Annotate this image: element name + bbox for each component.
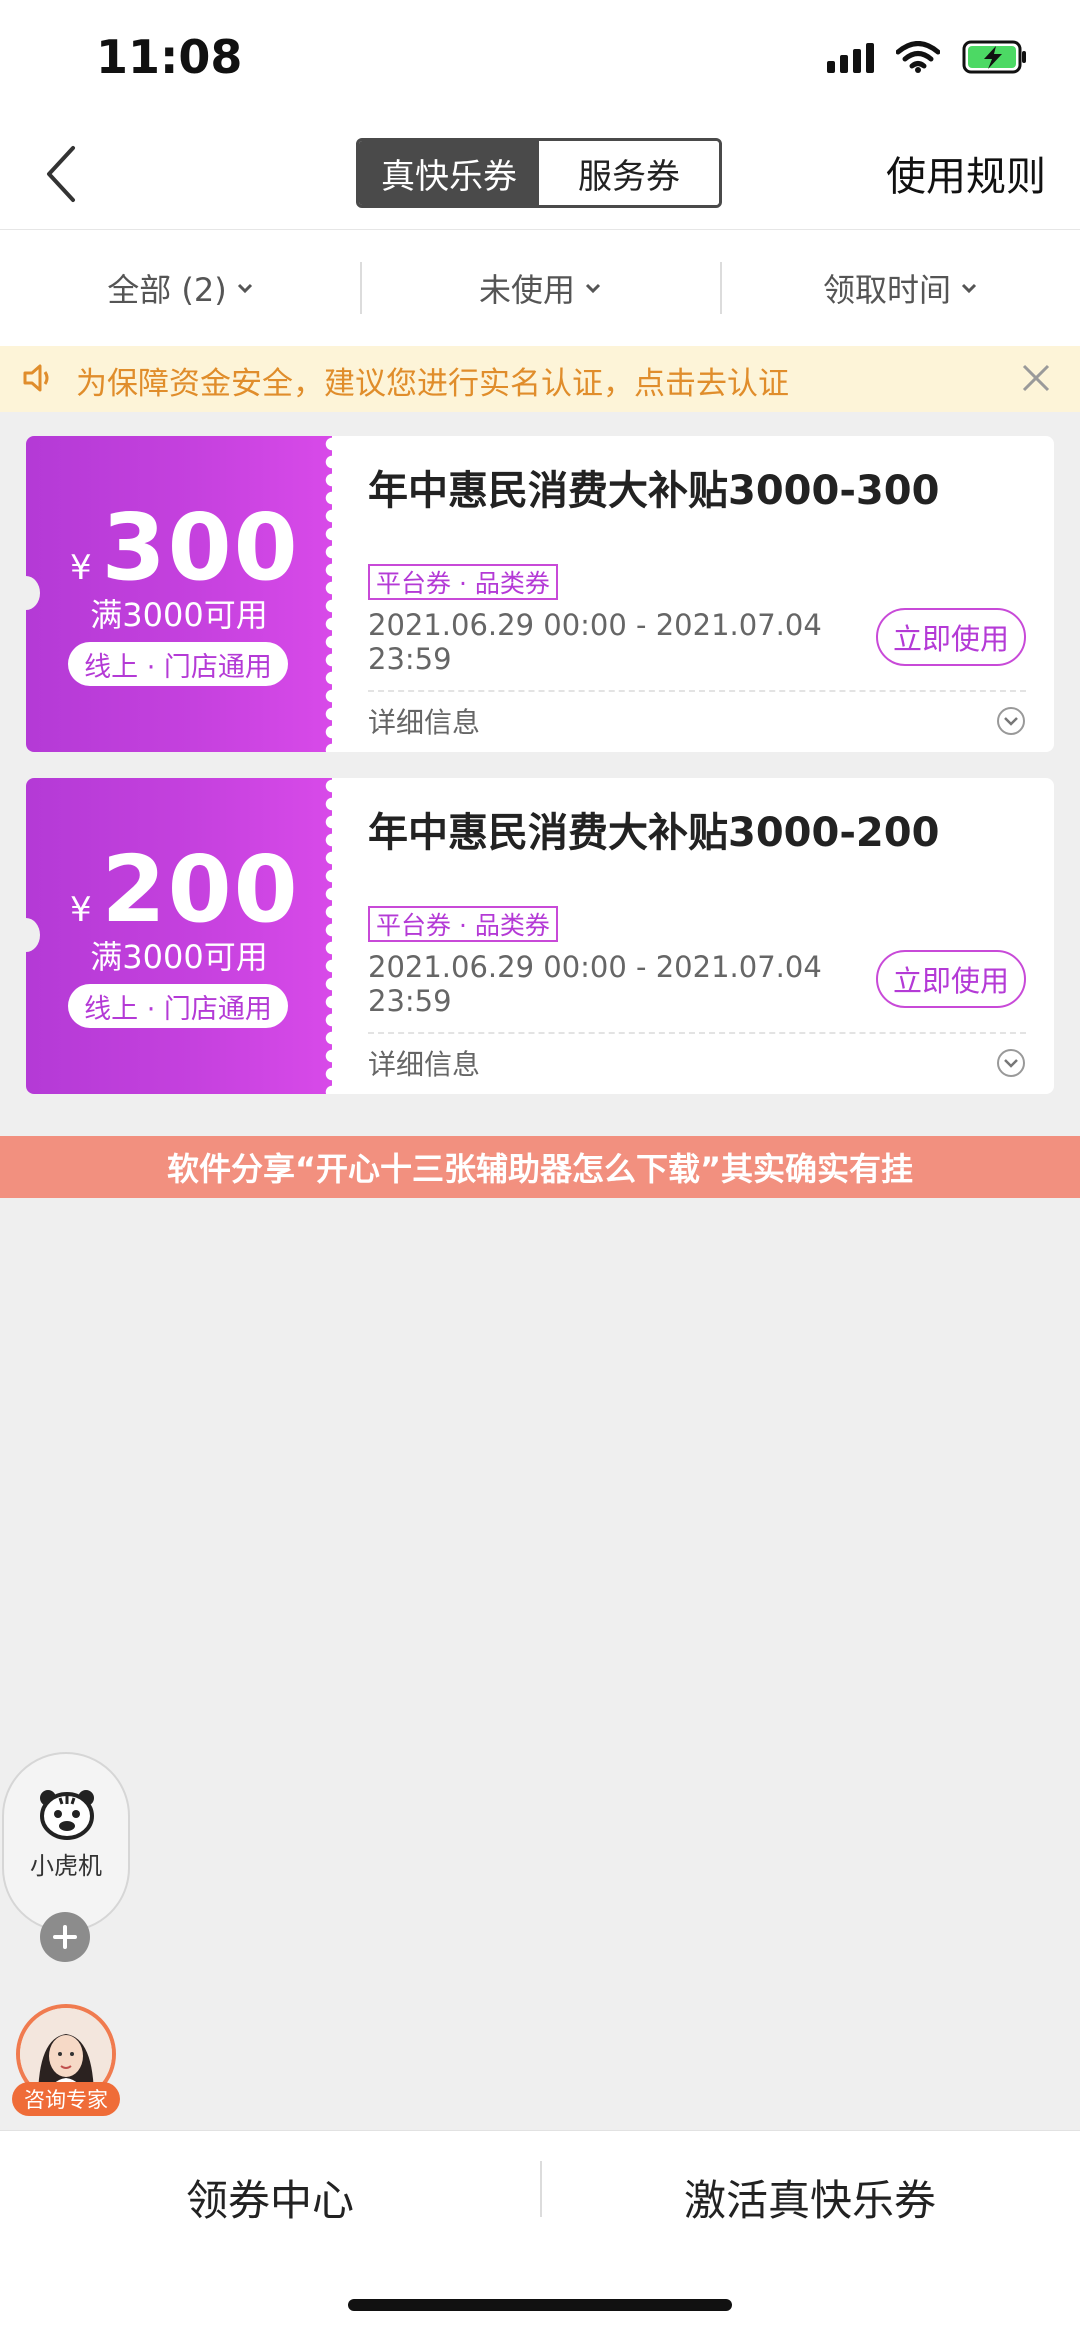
plus-icon: [53, 1925, 77, 1949]
tiger-icon: [40, 1790, 94, 1840]
wifi-icon: [896, 41, 940, 73]
details-toggle[interactable]: 详细信息: [368, 696, 1026, 746]
status-icons: [827, 40, 1028, 74]
cellular-signal-icon: [827, 41, 874, 73]
coupon-type-segment: 真快乐券 服务券: [356, 138, 722, 208]
consult-expert-label: 咨询专家: [12, 2082, 120, 2116]
coupon-amount: ¥ 300: [70, 494, 300, 601]
amount-value: 200: [101, 836, 300, 943]
expand-circle-icon: [997, 707, 1025, 735]
speaker-icon: [23, 364, 49, 392]
expand-circle-icon: [997, 1049, 1025, 1077]
coupon-card: ¥ 300 满3000可用 线上 · 门店通用 年中惠民消费大补贴3000-30…: [26, 436, 1054, 752]
chevron-left-icon: [47, 146, 75, 202]
tiger-label: 小虎机: [30, 1852, 102, 1880]
home-indicator[interactable]: [348, 2299, 732, 2311]
coupon-value-panel: ¥ 300 满3000可用 线上 · 门店通用: [26, 436, 340, 752]
coupon-center-button[interactable]: 领券中心: [0, 2167, 540, 2228]
back-button[interactable]: [30, 140, 90, 208]
coupon-threshold: 满3000可用: [90, 938, 268, 976]
coupon-amount: ¥ 200: [70, 836, 300, 943]
activate-coupon-button[interactable]: 激活真快乐券: [540, 2167, 1080, 2228]
usage-rules-link[interactable]: 使用规则: [886, 144, 1046, 202]
details-toggle[interactable]: 详细信息: [368, 1038, 1026, 1088]
coupon-info: 年中惠民消费大补贴3000-200 平台券 · 品类券 2021.06.29 0…: [332, 778, 1054, 1094]
details-label: 详细信息: [368, 1048, 481, 1081]
use-now-button[interactable]: 立即使用: [876, 608, 1026, 666]
validity-end-time: 23:59: [368, 642, 452, 676]
filter-status-label: 未使用: [478, 271, 575, 309]
validity-range: 2021.06.29 00:00 - 2021.07.04: [368, 950, 822, 984]
nav-bar: 真快乐券 服务券 使用规则: [0, 118, 1080, 230]
validity-end-time: 23:59: [368, 984, 452, 1018]
filter-all[interactable]: 全部 (2): [0, 230, 360, 346]
coupon-value-panel: ¥ 200 满3000可用 线上 · 门店通用: [26, 778, 340, 1094]
tab-service-coupon[interactable]: 服务券: [539, 141, 719, 205]
filter-all-label: 全部 (2): [107, 271, 227, 309]
coupon-validity: 2021.06.29 00:00 - 2021.07.04 23:59: [368, 950, 822, 1018]
currency-symbol: ¥: [70, 548, 92, 588]
filter-sort-time[interactable]: 领取时间: [720, 230, 1080, 346]
coupon-card: ¥ 200 满3000可用 线上 · 门店通用 年中惠民消费大补贴3000-20…: [26, 778, 1054, 1094]
status-time: 11:08: [96, 30, 243, 84]
dashed-divider: [368, 690, 1026, 692]
coupon-info: 年中惠民消费大补贴3000-300 平台券 · 品类券 2021.06.29 0…: [332, 436, 1054, 752]
chevron-down-icon: [585, 283, 601, 294]
chevron-down-icon: [237, 283, 252, 294]
consult-expert-widget[interactable]: 咨询专家: [12, 2004, 120, 2116]
coupon-scope: 线上 · 门店通用: [68, 984, 288, 1028]
currency-symbol: ¥: [70, 890, 92, 930]
tab-zhenkuaile-coupon[interactable]: 真快乐券: [359, 141, 539, 205]
filter-bar: 全部 (2) 未使用 领取时间: [0, 230, 1080, 346]
coupon-scope: 线上 · 门店通用: [68, 642, 288, 686]
add-button[interactable]: [40, 1912, 90, 1962]
coupon-title: 年中惠民消费大补贴3000-200: [368, 810, 940, 856]
amount-value: 300: [101, 494, 300, 601]
validity-range: 2021.06.29 00:00 - 2021.07.04: [368, 608, 822, 642]
coupon-tag: 平台券 · 品类券: [368, 906, 558, 942]
status-bar: 11:08: [0, 0, 1080, 118]
use-now-button[interactable]: 立即使用: [876, 950, 1026, 1008]
dashed-divider: [368, 1032, 1026, 1034]
filter-sort-time-label: 领取时间: [822, 271, 951, 309]
coupon-threshold: 满3000可用: [90, 596, 268, 634]
filter-status[interactable]: 未使用: [360, 230, 720, 346]
close-icon[interactable]: [1018, 360, 1054, 396]
overlay-banner: 软件分享“开心十三张辅助器怎么下载”其实确实有挂: [0, 1136, 1080, 1198]
details-label: 详细信息: [368, 706, 481, 739]
coupon-tag: 平台券 · 品类券: [368, 564, 558, 600]
battery-charging-icon: [962, 40, 1028, 74]
chevron-down-icon: [961, 283, 977, 294]
tiger-assistant-widget[interactable]: 小虎机: [2, 1752, 130, 1932]
coupon-title: 年中惠民消费大补贴3000-300: [368, 468, 940, 514]
coupon-validity: 2021.06.29 00:00 - 2021.07.04 23:59: [368, 608, 822, 676]
notice-text[interactable]: 为保障资金安全，建议您进行实名认证，点击去认证: [76, 358, 789, 403]
verification-notice: 为保障资金安全，建议您进行实名认证，点击去认证: [0, 346, 1080, 412]
